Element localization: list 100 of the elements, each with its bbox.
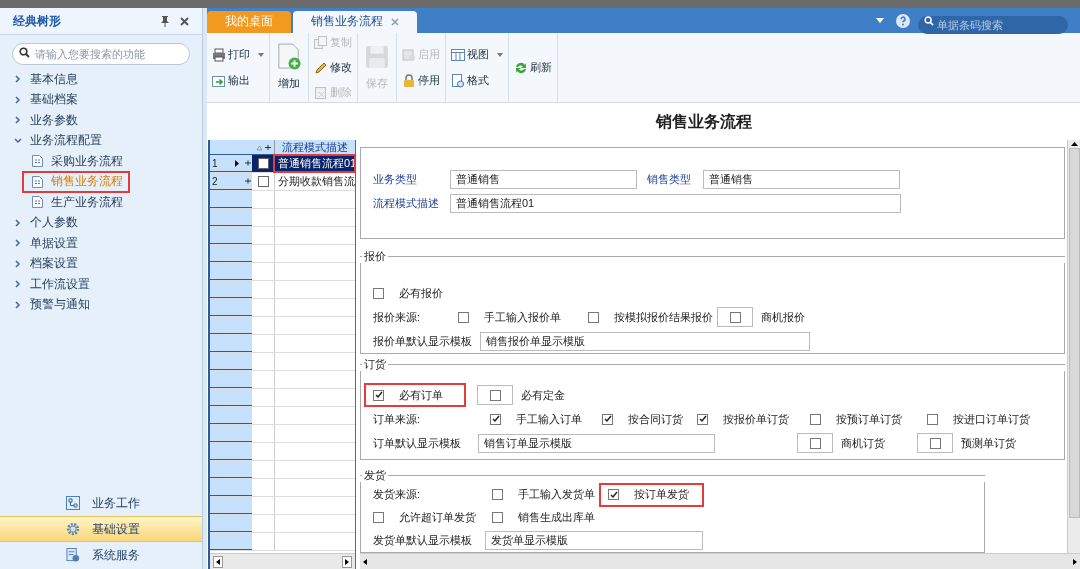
row-header[interactable]: [210, 353, 252, 370]
checkbox-option[interactable]: 按订单发货: [600, 483, 703, 506]
row-header[interactable]: [210, 335, 252, 352]
row-header[interactable]: [210, 389, 252, 406]
row-header[interactable]: [210, 227, 252, 244]
nav-item[interactable]: 基础设置: [0, 516, 202, 542]
checkbox[interactable]: [257, 158, 269, 169]
field-label: 销售类型: [647, 171, 692, 187]
row-number: 2: [212, 174, 219, 189]
tree-item[interactable]: 采购业务流程: [23, 151, 129, 172]
field-label: 流程模式描述: [373, 195, 440, 211]
toolbar-button[interactable]: 视图: [451, 44, 503, 65]
checkbox-option[interactable]: 手工输入报价单: [458, 307, 588, 327]
arrow-left-icon[interactable]: [363, 558, 367, 565]
row-header[interactable]: [210, 245, 252, 262]
checkbox-option[interactable]: 商机报价: [717, 307, 837, 327]
checkbox-option[interactable]: 手工输入发货单: [492, 484, 600, 505]
column-header[interactable]: 流程模式描述: [274, 140, 355, 154]
arrow-right-icon: [345, 558, 349, 565]
close-icon[interactable]: [180, 16, 189, 26]
toolbar-button[interactable]: 输出: [212, 70, 264, 91]
tree-item[interactable]: 基础档案: [14, 89, 202, 110]
checkbox[interactable]: [257, 176, 269, 187]
scrollbar[interactable]: [1067, 140, 1080, 553]
search-field[interactable]: 单据条码搜索: [918, 15, 1068, 34]
row-header[interactable]: [210, 515, 252, 532]
tree-item[interactable]: 基本信息: [14, 69, 202, 90]
search-field[interactable]: 请输入您要搜索的功能: [12, 43, 190, 65]
row-header[interactable]: [210, 443, 252, 460]
pin-icon[interactable]: [160, 15, 170, 27]
checkbox-option[interactable]: 必有订单: [365, 384, 465, 406]
row-header[interactable]: [210, 425, 252, 442]
table-cell[interactable]: 分期收款销售流: [274, 173, 355, 190]
document-icon: [32, 175, 43, 188]
checkbox-option[interactable]: 按预订单订货: [810, 409, 927, 429]
input-field[interactable]: 普通销售流程01: [450, 193, 901, 213]
checkbox-option[interactable]: 商机订货: [797, 433, 917, 453]
tree-item[interactable]: 档案设置: [14, 253, 202, 274]
row-header[interactable]: [210, 479, 252, 496]
caret-icon[interactable]: [876, 18, 884, 23]
checkbox-option[interactable]: 销售生成出库单: [492, 507, 632, 528]
row-header[interactable]: [210, 281, 252, 298]
export-icon: [212, 73, 226, 88]
search-icon: [19, 47, 30, 58]
scroll-left-button[interactable]: [213, 555, 223, 568]
checkbox-option[interactable]: 必有报价: [373, 283, 473, 303]
tree-item[interactable]: 工作流设置: [14, 274, 202, 295]
checkbox-option[interactable]: 按进口订单订货: [927, 409, 1047, 429]
row-header[interactable]: [210, 317, 252, 334]
document-icon: [402, 47, 416, 62]
input-field[interactable]: 销售订单显示模版: [478, 433, 715, 453]
toolbar-button[interactable]: 格式: [451, 70, 503, 91]
row-header[interactable]: [210, 407, 252, 424]
toolbar-button[interactable]: 停用: [402, 70, 440, 91]
tree-item[interactable]: 业务参数: [14, 110, 202, 131]
input-field[interactable]: 普通销售: [450, 169, 637, 189]
field-label: 订单默认显示模板: [373, 435, 462, 451]
nav-item[interactable]: 业务工作: [0, 490, 202, 516]
toolbar-button[interactable]: 打印: [212, 44, 264, 65]
tree-item[interactable]: 生产业务流程: [23, 192, 129, 213]
server-icon: [66, 548, 80, 562]
checkbox-option[interactable]: 按合同订货: [602, 409, 697, 429]
scroll-right-button[interactable]: [342, 555, 352, 568]
arrow-left-icon: [216, 558, 220, 565]
checkbox-option[interactable]: 按模拟报价结果报价: [588, 307, 717, 327]
row-header[interactable]: [210, 533, 252, 550]
scrollbar[interactable]: [210, 553, 355, 569]
arrow-right-icon[interactable]: [1073, 558, 1077, 565]
row-header[interactable]: [210, 461, 252, 478]
tree-item[interactable]: 业务流程配置: [14, 130, 202, 151]
toolbar-button[interactable]: 增加: [275, 43, 303, 92]
checkbox-option[interactable]: 允许超订单发货: [373, 507, 492, 528]
row-header[interactable]: [210, 191, 252, 208]
nav-item[interactable]: 系统服务: [0, 542, 202, 568]
toolbar-button[interactable]: 修改: [314, 58, 352, 77]
tab[interactable]: 销售业务流程: [293, 11, 417, 33]
checkbox-option[interactable]: 手工输入订单: [490, 409, 602, 429]
checkbox-option[interactable]: 必有定金: [477, 385, 577, 405]
table-cell[interactable]: 普通销售流程01: [274, 155, 355, 172]
chevron-down-icon: [14, 137, 22, 144]
row-header[interactable]: [210, 497, 252, 514]
input-field[interactable]: 普通销售: [703, 169, 900, 189]
checkbox-option[interactable]: 按报价单订货: [697, 409, 810, 429]
tree-item[interactable]: 单据设置: [14, 233, 202, 254]
scrollbar-thumb[interactable]: [1068, 148, 1080, 518]
toolbar-button[interactable]: 刷新: [514, 57, 552, 78]
checkbox-option[interactable]: 预测单订货: [917, 433, 1037, 453]
row-header[interactable]: [210, 371, 252, 388]
input-field[interactable]: 销售报价单显示模版: [480, 331, 810, 351]
row-header[interactable]: [210, 209, 252, 226]
arrow-up-icon[interactable]: [1070, 142, 1078, 146]
section-title: 报价: [363, 248, 387, 264]
row-header[interactable]: [210, 299, 252, 316]
tree-item[interactable]: 个人参数: [14, 212, 202, 233]
row-header[interactable]: [210, 263, 252, 280]
help-icon[interactable]: [896, 13, 910, 28]
table-icon: [451, 47, 465, 62]
scrollbar[interactable]: [360, 553, 1080, 569]
input-field[interactable]: 发货单显示模版: [485, 531, 703, 550]
tree-item[interactable]: 预警与通知: [14, 294, 202, 315]
